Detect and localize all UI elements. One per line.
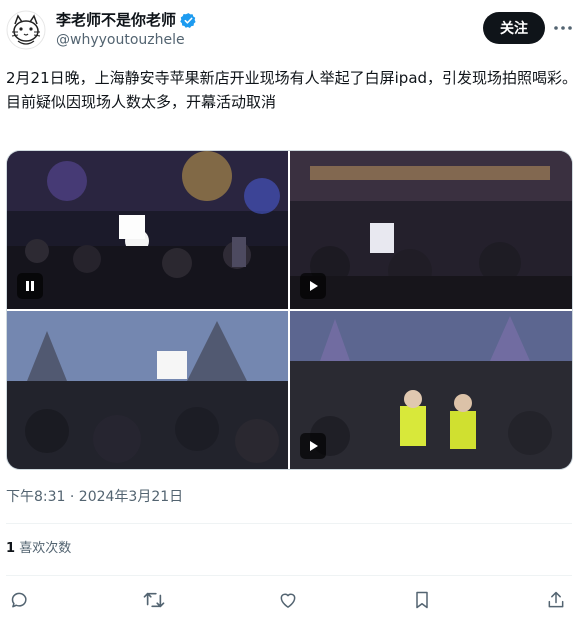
retweet-button[interactable]: [140, 586, 168, 614]
user-handle[interactable]: @whyyoutouzhele: [56, 30, 197, 50]
crowd-security-scene: [290, 311, 572, 469]
play-icon: [310, 281, 318, 291]
more-options-button[interactable]: [551, 18, 575, 38]
media-video-4[interactable]: [290, 311, 572, 469]
divider: [6, 575, 572, 576]
display-name[interactable]: 李老师不是你老师: [56, 10, 176, 30]
media-image-3[interactable]: [7, 311, 288, 469]
verified-badge-icon: [180, 12, 196, 28]
play-button[interactable]: [300, 433, 326, 459]
like-button[interactable]: [274, 586, 302, 614]
bookmark-button[interactable]: [408, 586, 436, 614]
likes-stat[interactable]: 1 喜欢次数: [6, 540, 71, 558]
tweet-text: 2月21日晚，上海静安寺苹果新店开业现场有人举起了白屏ipad，引发现场拍照喝彩…: [6, 69, 578, 111]
pause-button[interactable]: [17, 273, 43, 299]
crowd-dusk-scene: [7, 311, 288, 469]
tweet-detail: 李老师不是你老师 @whyyoutouzhele 关注 2月21日晚，上海静安寺…: [0, 0, 586, 623]
likes-label: 喜欢次数: [19, 541, 72, 556]
share-button[interactable]: [542, 586, 570, 614]
reply-icon: [11, 592, 27, 608]
media-video-1[interactable]: [7, 151, 288, 309]
bookmark-icon: [416, 591, 428, 609]
play-button[interactable]: [300, 273, 326, 299]
media-grid: [6, 150, 573, 470]
follow-button[interactable]: 关注: [483, 12, 545, 44]
share-icon: [548, 591, 564, 608]
more-dots-icon: [554, 26, 572, 30]
play-icon: [310, 441, 318, 451]
tweet-timestamp[interactable]: 下午8:31 · 2024年3月21日: [6, 487, 183, 507]
retweet-icon: [143, 592, 165, 608]
action-bar: [0, 586, 586, 614]
divider: [6, 523, 572, 524]
likes-count: 1: [6, 541, 16, 556]
cat-doodle-avatar-icon: [6, 10, 46, 50]
author-info: 李老师不是你老师 @whyyoutouzhele: [56, 10, 197, 50]
reply-button[interactable]: [6, 586, 34, 614]
crowd-night-scene-2: [290, 151, 572, 309]
media-video-2[interactable]: [290, 151, 572, 309]
crowd-night-scene-1: [7, 151, 288, 309]
pause-icon: [26, 281, 34, 291]
like-icon: [280, 593, 296, 608]
avatar[interactable]: [6, 10, 46, 50]
